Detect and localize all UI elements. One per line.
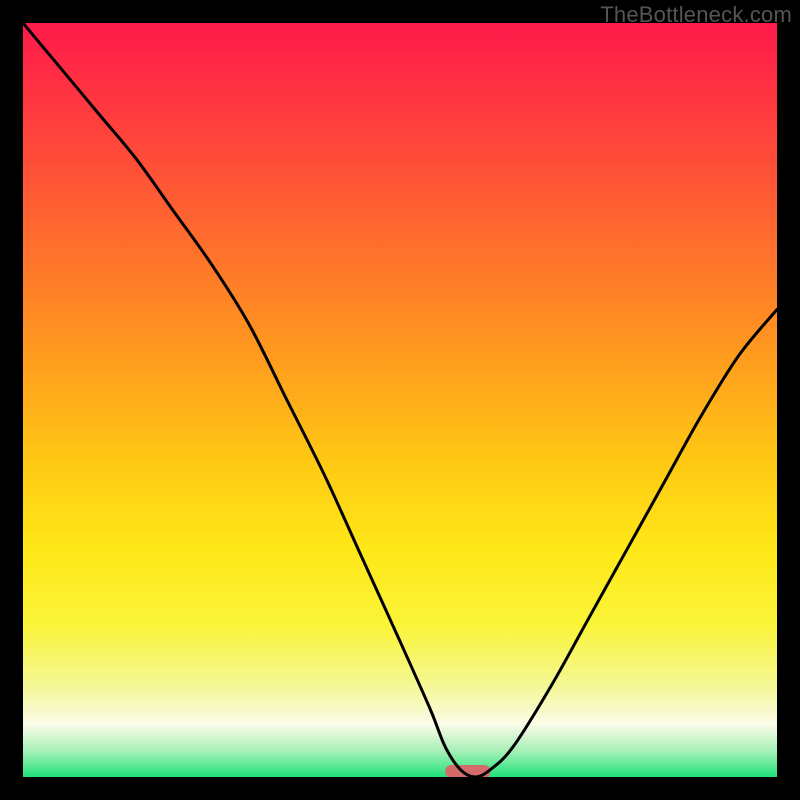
plot-area <box>23 23 777 777</box>
curve-layer <box>23 23 777 777</box>
bottleneck-curve <box>23 23 777 777</box>
chart-container: TheBottleneck.com <box>0 0 800 800</box>
